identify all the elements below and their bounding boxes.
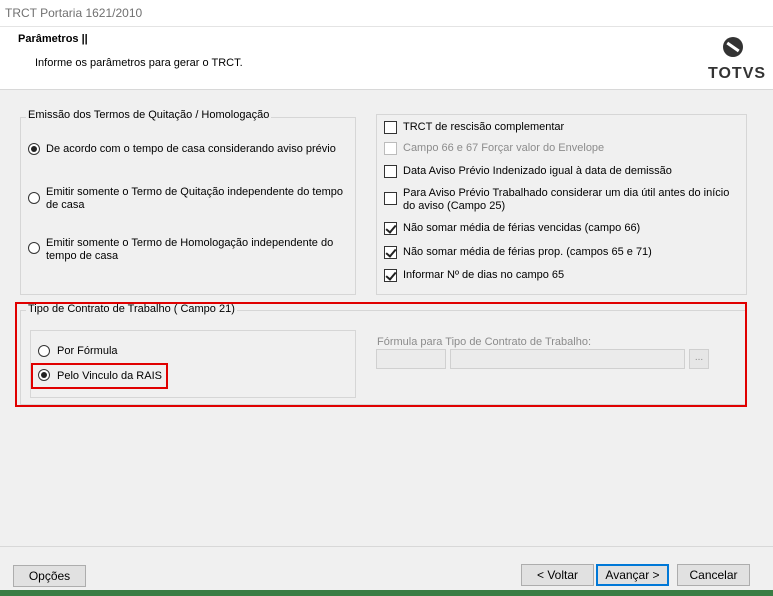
checkbox-forcar-envelope-label: Campo 66 e 67 Forçar valor do Envelope [403, 142, 605, 154]
back-button[interactable]: < Voltar [521, 564, 594, 586]
checkbox-aviso-indenizado[interactable] [384, 165, 397, 178]
title-bar: TRCT Portaria 1621/2010 [0, 0, 773, 27]
checkbox-rescisao-complementar[interactable] [384, 121, 397, 134]
checkbox-dias-campo-65-label: Informar Nº de dias no campo 65 [403, 269, 565, 281]
page-subtitle: Informe os parâmetros para gerar o TRCT. [35, 57, 243, 69]
checkbox-dias-campo-65[interactable] [384, 269, 397, 282]
wizard-header: Parâmetros || Informe os parâmetros para… [0, 27, 773, 90]
checkbox-ferias-vencidas[interactable] [384, 222, 397, 235]
next-button[interactable]: Avançar > [596, 564, 669, 586]
cancel-button[interactable]: Cancelar [677, 564, 750, 586]
checkbox-aviso-indenizado-label: Data Aviso Prévio Indenizado igual à dat… [403, 165, 672, 177]
footer-divider [0, 546, 773, 547]
background-window-strip [0, 590, 773, 596]
highlight-rais-option [31, 363, 168, 389]
radio-termo-homologacao-label: Emitir somente o Termo de Homologação in… [46, 237, 334, 262]
checkbox-ferias-prop[interactable] [384, 246, 397, 259]
brand-logo-text: TOTVS [708, 65, 767, 82]
radio-tempo-de-casa[interactable] [28, 143, 40, 155]
highlight-contrato-box [15, 302, 747, 407]
totvs-logo-icon [723, 37, 743, 57]
options-button[interactable]: Opções [13, 565, 86, 587]
checkbox-aviso-trabalhado-label: Para Aviso Prévio Trabalhado considerar … [403, 187, 730, 212]
checkbox-ferias-prop-label: Não somar média de férias prop. (campos … [403, 246, 652, 258]
radio-tempo-de-casa-label: De acordo com o tempo de casa consideran… [46, 143, 336, 155]
checkbox-ferias-vencidas-label: Não somar média de férias vencidas (camp… [403, 222, 641, 234]
radio-termo-quitacao[interactable] [28, 192, 40, 204]
checkbox-rescisao-complementar-label: TRCT de rescisão complementar [403, 121, 565, 133]
window-title: TRCT Portaria 1621/2010 [5, 6, 143, 20]
radio-termo-quitacao-label: Emitir somente o Termo de Quitação indep… [46, 186, 343, 211]
page-title: Parâmetros || [18, 33, 88, 45]
emissao-legend: Emissão dos Termos de Quitação / Homolog… [26, 109, 272, 121]
radio-termo-homologacao[interactable] [28, 242, 40, 254]
checkbox-aviso-trabalhado[interactable] [384, 192, 397, 205]
checkbox-forcar-envelope[interactable] [384, 142, 397, 155]
